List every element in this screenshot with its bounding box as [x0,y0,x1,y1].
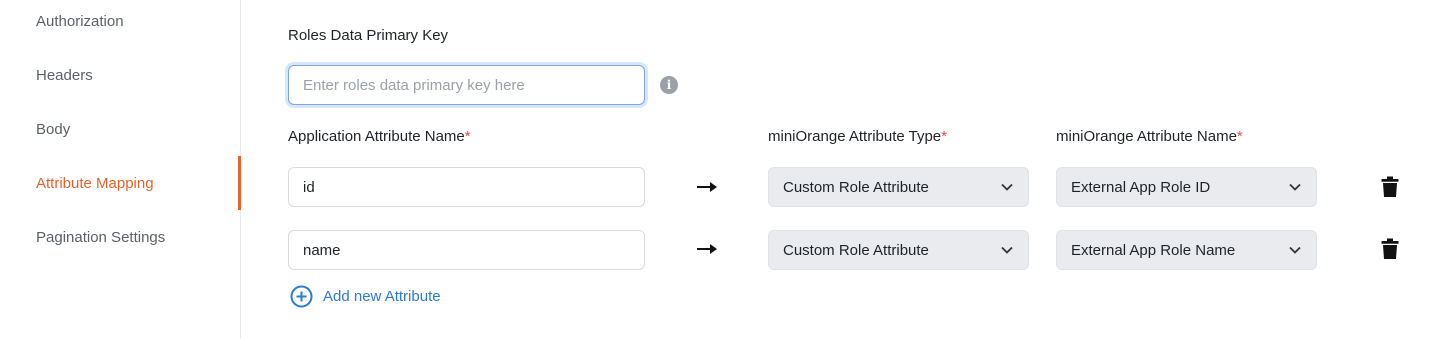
plus-circle-icon [290,285,313,308]
add-attribute-button[interactable]: Add new Attribute [290,285,441,308]
sidebar-item-headers[interactable]: Headers [0,48,241,102]
sidebar-item-label: Body [36,120,71,138]
header-text: miniOrange Attribute Name [1056,128,1237,145]
trash-icon[interactable] [1381,176,1399,198]
attribute-name-select[interactable]: External App Role ID [1056,167,1317,207]
header-text: miniOrange Attribute Type [768,128,942,145]
app-attribute-input[interactable] [288,167,645,207]
attribute-type-select[interactable]: Custom Role Attribute [768,230,1029,270]
arrow-right-icon [697,244,717,254]
attribute-type-select[interactable]: Custom Role Attribute [768,167,1029,207]
trash-icon[interactable] [1381,238,1399,260]
primary-key-input[interactable] [288,65,645,105]
sidebar-item-authorization[interactable]: Authorization [0,0,241,48]
sidebar-item-label: Authorization [36,12,124,30]
attribute-name-header: miniOrange Attribute Name* [1056,128,1243,145]
add-attribute-label: Add new Attribute [323,288,441,305]
sidebar-item-label: Pagination Settings [36,228,166,246]
chevron-down-icon [1289,183,1301,191]
select-value: Custom Role Attribute [783,178,929,196]
chevron-down-icon [1289,246,1301,254]
primary-key-label: Roles Data Primary Key [288,27,449,44]
attribute-mapping-panel: Roles Data Primary Key i Application Att… [242,0,1439,339]
select-value: Custom Role Attribute [783,241,929,259]
required-marker: * [464,128,471,145]
sidebar-item-body[interactable]: Body [0,102,241,156]
header-text: Application Attribute Name [288,128,465,145]
attribute-name-select[interactable]: External App Role Name [1056,230,1317,270]
sidebar: Authorization Headers Body Attribute Map… [0,0,241,339]
sidebar-item-label: Headers [36,66,93,84]
sidebar-item-label: Attribute Mapping [36,174,154,192]
app-attribute-name-header: Application Attribute Name* [288,128,471,145]
info-icon[interactable]: i [660,76,678,94]
chevron-down-icon [1001,183,1013,191]
chevron-down-icon [1001,246,1013,254]
required-marker: * [941,128,947,145]
arrow-right-icon [697,182,717,192]
select-value: External App Role ID [1071,178,1211,196]
select-value: External App Role Name [1071,241,1236,259]
required-marker: * [1236,128,1243,145]
sidebar-item-attribute-mapping[interactable]: Attribute Mapping [0,156,241,210]
app-attribute-input[interactable] [288,230,645,270]
sidebar-item-pagination-settings[interactable]: Pagination Settings [0,210,241,264]
attribute-type-header: miniOrange Attribute Type* [768,128,947,145]
